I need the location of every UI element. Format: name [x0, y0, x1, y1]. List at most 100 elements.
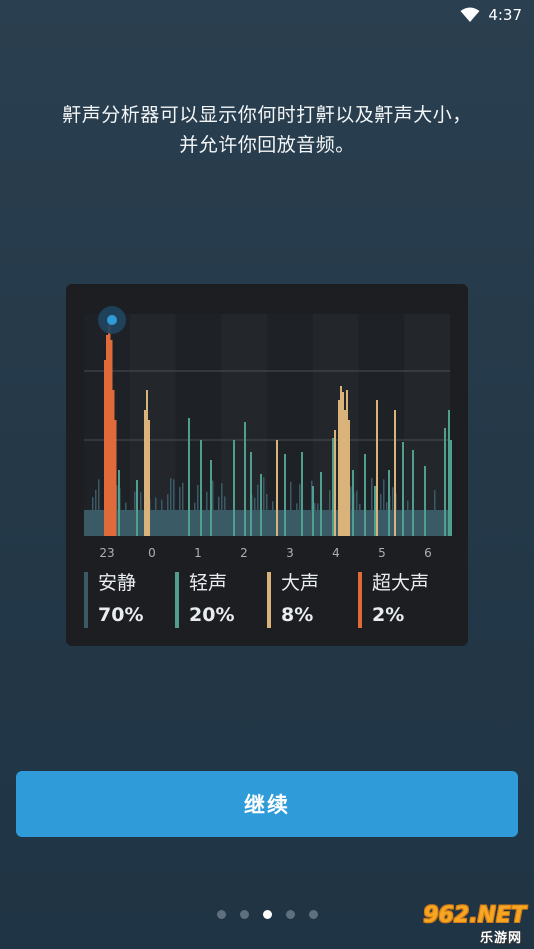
light-spike — [364, 454, 366, 536]
hour-tick-label: 3 — [286, 546, 294, 560]
quiet-spike — [266, 493, 268, 510]
light-spike — [188, 418, 190, 536]
quiet-spike — [206, 491, 208, 510]
hour-tick-label: 1 — [194, 546, 202, 560]
light-spike — [374, 486, 376, 536]
quiet-spike — [272, 501, 274, 510]
quiet-spike — [125, 502, 127, 510]
light-spike — [260, 474, 262, 536]
quiet-spike — [356, 490, 358, 510]
quiet-spike — [161, 499, 163, 510]
quiet-spike — [179, 487, 181, 510]
quiet-spike — [134, 491, 136, 510]
legend-percent: 8% — [281, 604, 314, 626]
loud-spike — [348, 420, 350, 536]
page-dot[interactable] — [308, 910, 318, 919]
quiet-spike — [263, 477, 265, 510]
light-spike — [332, 438, 334, 536]
hour-axis: 23 0 1 2 3 4 5 6 — [0, 546, 534, 566]
quiet-spike — [386, 502, 388, 510]
hour-tick-label: 2 — [240, 546, 248, 560]
light-spike — [320, 472, 322, 536]
light-spike — [444, 428, 446, 536]
loud-spike — [394, 410, 396, 536]
very-loud-spike — [114, 420, 117, 536]
quiet-spike — [380, 493, 382, 510]
watermark-subtitle: 乐游网 — [479, 931, 522, 946]
quiet-spike — [383, 479, 385, 510]
quiet-spike — [299, 484, 301, 510]
hour-tick-label: 4 — [332, 546, 340, 560]
loud-spike — [338, 400, 340, 536]
quiet-spike — [434, 490, 436, 510]
light-spike — [284, 454, 286, 536]
light-spike — [312, 486, 314, 536]
peak-marker — [107, 315, 117, 325]
light-spike — [136, 480, 138, 536]
loud-spike — [340, 386, 342, 536]
intro-line-1: 鼾声分析器可以显示你何时打鼾以及鼾声大小， — [62, 104, 472, 126]
quiet-spike — [167, 494, 169, 510]
light-spike — [402, 442, 404, 536]
chart-legend: 安静 70% 轻声 20% 大声 8% 超大声 2% — [84, 570, 464, 630]
page-dot[interactable] — [262, 910, 272, 919]
quiet-spike — [182, 482, 184, 510]
loud-spike — [144, 410, 146, 536]
loud-spike — [148, 420, 150, 536]
quiet-spike — [95, 489, 97, 510]
light-spike — [118, 470, 120, 536]
light-spike — [424, 466, 426, 536]
light-spike — [244, 422, 246, 536]
page-dot[interactable] — [216, 910, 226, 919]
quiet-spike — [257, 484, 259, 510]
quiet-spike — [371, 477, 373, 510]
quiet-spike — [359, 503, 361, 510]
quiet-spike — [392, 487, 394, 510]
status-time: 4:37 — [488, 6, 522, 24]
watermark-logo: 962.NET — [423, 903, 526, 928]
intro-text: 鼾声分析器可以显示你何时打鼾以及鼾声大小， 并允许你回放音频。 — [0, 100, 534, 160]
quiet-spike — [350, 486, 352, 510]
legend-item: 轻声 20% — [175, 570, 234, 630]
legend-item: 超大声 2% — [358, 570, 429, 630]
legend-name: 安静 — [98, 572, 137, 594]
legend-color-bar — [358, 572, 362, 628]
loud-spike — [342, 392, 344, 536]
legend-name: 轻声 — [189, 572, 228, 594]
continue-button[interactable]: 继续 — [16, 771, 518, 837]
quiet-spike — [254, 497, 256, 510]
snore-chart — [84, 306, 452, 536]
page-dot[interactable] — [285, 910, 295, 919]
quiet-spike — [170, 478, 172, 510]
site-watermark: 962.NET 乐游网 — [406, 903, 530, 946]
legend-name: 大声 — [281, 572, 320, 594]
hour-tick-label: 5 — [378, 546, 386, 560]
page-dot[interactable] — [239, 910, 249, 919]
quiet-spike — [221, 483, 223, 510]
quiet-spike — [317, 503, 319, 510]
loud-spike — [276, 440, 278, 536]
light-spike — [448, 410, 450, 536]
legend-name: 超大声 — [372, 572, 430, 594]
legend-percent: 2% — [372, 604, 405, 626]
light-spike — [352, 470, 354, 536]
loud-spike — [344, 410, 346, 536]
legend-percent: 70% — [98, 604, 144, 626]
quiet-spike — [218, 496, 220, 510]
hour-tick-label: 6 — [424, 546, 432, 560]
status-bar: 4:37 — [0, 0, 534, 30]
legend-item: 大声 8% — [267, 570, 319, 630]
hour-tick-label: 0 — [148, 546, 156, 560]
hour-band — [267, 314, 313, 536]
quiet-spike — [407, 500, 409, 510]
legend-item: 安静 70% — [84, 570, 143, 630]
light-spike — [388, 470, 390, 536]
quiet-spike — [290, 481, 292, 510]
legend-color-bar — [267, 572, 271, 628]
quiet-spike — [140, 492, 142, 510]
quiet-spike — [194, 502, 196, 510]
quiet-spike — [224, 496, 226, 510]
quiet-spike — [173, 479, 175, 510]
loud-spike — [376, 400, 378, 536]
light-spike — [233, 440, 235, 536]
